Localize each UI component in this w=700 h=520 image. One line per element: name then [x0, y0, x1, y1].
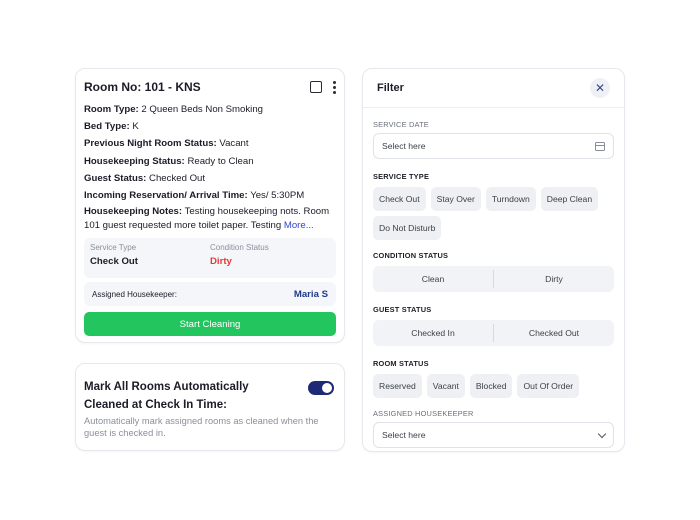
- bed-type-value: K: [132, 121, 139, 133]
- chip-turndown[interactable]: Turndown: [485, 187, 536, 211]
- room-type-value: 2 Queen Beds Non Smoking: [141, 104, 263, 115]
- bed-type-line: Bed Type: K: [84, 118, 336, 135]
- chip-blocked[interactable]: Blocked: [469, 374, 513, 398]
- service-type-value: Check Out: [90, 256, 138, 268]
- filter-title: Filter: [377, 82, 404, 94]
- service-condition-box: Service Type Check Out Condition Status …: [84, 238, 336, 279]
- previous-status-label: Previous Night Room Status:: [84, 138, 217, 150]
- housekeeping-status-value: Ready to Clean: [187, 155, 254, 167]
- segment-clean[interactable]: Clean: [373, 274, 493, 284]
- calendar-icon[interactable]: [595, 141, 605, 151]
- room-title: Room No: 101 - KNS: [84, 80, 201, 94]
- room-status-caption: ROOM STATUS: [373, 359, 429, 368]
- previous-status-value: Vacant: [219, 138, 249, 150]
- segment-checked-out[interactable]: Checked Out: [494, 328, 614, 338]
- guest-status-caption: GUEST STATUS: [373, 305, 432, 314]
- guest-status-segment: Checked In Checked Out: [373, 320, 614, 346]
- condition-status-caption: Condition Status: [210, 243, 269, 253]
- housekeeper-placeholder: Select here: [382, 430, 426, 440]
- auto-clean-title: Mark All Rooms Automatically Cleaned at …: [84, 381, 249, 411]
- segment-checked-in[interactable]: Checked In: [373, 328, 493, 338]
- previous-status-line: Previous Night Room Status: Vacant: [84, 135, 336, 152]
- auto-clean-toggle[interactable]: [308, 381, 334, 395]
- chip-stay-over[interactable]: Stay Over: [430, 187, 481, 211]
- filter-body: SERVICE DATE Select here SERVICE TYPE Ch…: [363, 120, 624, 448]
- assigned-housekeeper-name: Maria S: [293, 288, 328, 300]
- chip-reserved[interactable]: Reserved: [373, 374, 422, 398]
- close-icon[interactable]: ✕: [590, 78, 610, 98]
- auto-clean-card: Mark All Rooms Automatically Cleaned at …: [75, 363, 345, 451]
- housekeeping-status-line: Housekeeping Status: Ready to Clean: [84, 153, 336, 170]
- incoming-reservation-value: Yes/ 5:30PM: [250, 190, 305, 202]
- condition-status-value: Dirty: [210, 256, 232, 268]
- housekeeping-notes: Housekeeping Notes: Testing housekeeping…: [84, 205, 336, 232]
- chip-out-of-order[interactable]: Out Of Order: [517, 374, 580, 398]
- housekeeper-select[interactable]: Select here: [373, 422, 614, 448]
- chip-do-not-disturb[interactable]: Do Not Disturb: [373, 216, 442, 240]
- service-type-caption: SERVICE TYPE: [373, 172, 430, 181]
- guest-status-value: Checked Out: [149, 172, 206, 184]
- room-type-line: Room Type: 2 Queen Beds Non Smoking: [84, 101, 336, 118]
- room-title-row: Room No: 101 - KNS: [84, 79, 336, 95]
- select-room-checkbox[interactable]: [310, 81, 322, 93]
- segment-dirty[interactable]: Dirty: [494, 274, 614, 284]
- chip-vacant[interactable]: Vacant: [426, 374, 465, 398]
- condition-status-segment: Clean Dirty: [373, 266, 614, 292]
- room-card: Room No: 101 - KNS Room Type: 2 Queen Be…: [75, 68, 345, 343]
- assigned-housekeeper-label: Assigned Housekeeper:: [92, 289, 177, 299]
- housekeeping-notes-label: Housekeeping Notes:: [84, 206, 183, 218]
- room-status-chips: Reserved Vacant Blocked Out Of Order: [373, 374, 614, 398]
- chip-deep-clean[interactable]: Deep Clean: [540, 187, 599, 211]
- incoming-reservation-line: Incoming Reservation/ Arrival Time: Yes/…: [84, 187, 336, 204]
- auto-clean-row: Mark All Rooms Automatically Cleaned at …: [84, 378, 336, 414]
- more-link[interactable]: More...: [284, 220, 314, 231]
- room-type-label: Room Type:: [84, 104, 139, 115]
- more-options-icon[interactable]: [332, 80, 336, 94]
- filter-panel: Filter ✕ SERVICE DATE Select here SERVIC…: [362, 68, 625, 452]
- chip-check-out[interactable]: Check Out: [373, 187, 426, 211]
- chevron-down-icon[interactable]: [597, 429, 607, 438]
- condition-status-col: Condition Status Dirty: [210, 243, 330, 278]
- housekeeping-status-label: Housekeeping Status:: [84, 155, 185, 167]
- incoming-reservation-label: Incoming Reservation/ Arrival Time:: [84, 190, 248, 202]
- condition-status-caption: CONDITION STATUS: [373, 251, 449, 260]
- service-type-col: Service Type Check Out: [90, 243, 210, 278]
- filter-header: Filter ✕: [363, 69, 624, 108]
- toggle-knob: [322, 383, 332, 393]
- auto-clean-description: Automatically mark assigned rooms as cle…: [84, 416, 319, 438]
- assigned-housekeeper-row: Assigned Housekeeper: Maria S: [84, 282, 336, 307]
- assigned-housekeeper-caption: ASSIGNED HOUSEKEEPER: [373, 409, 474, 418]
- room-title-actions: [310, 80, 336, 94]
- bed-type-label: Bed Type:: [84, 121, 130, 133]
- start-cleaning-button[interactable]: Start Cleaning: [84, 312, 336, 337]
- service-type-caption: Service Type: [90, 243, 137, 253]
- guest-status-line: Guest Status: Checked Out: [84, 170, 336, 187]
- service-date-caption: SERVICE DATE: [373, 120, 429, 129]
- service-type-chips: Check Out Stay Over Turndown Deep Clean …: [373, 187, 614, 240]
- guest-status-label: Guest Status:: [84, 172, 147, 184]
- service-date-input[interactable]: Select here: [373, 133, 614, 159]
- service-date-placeholder: Select here: [382, 141, 426, 151]
